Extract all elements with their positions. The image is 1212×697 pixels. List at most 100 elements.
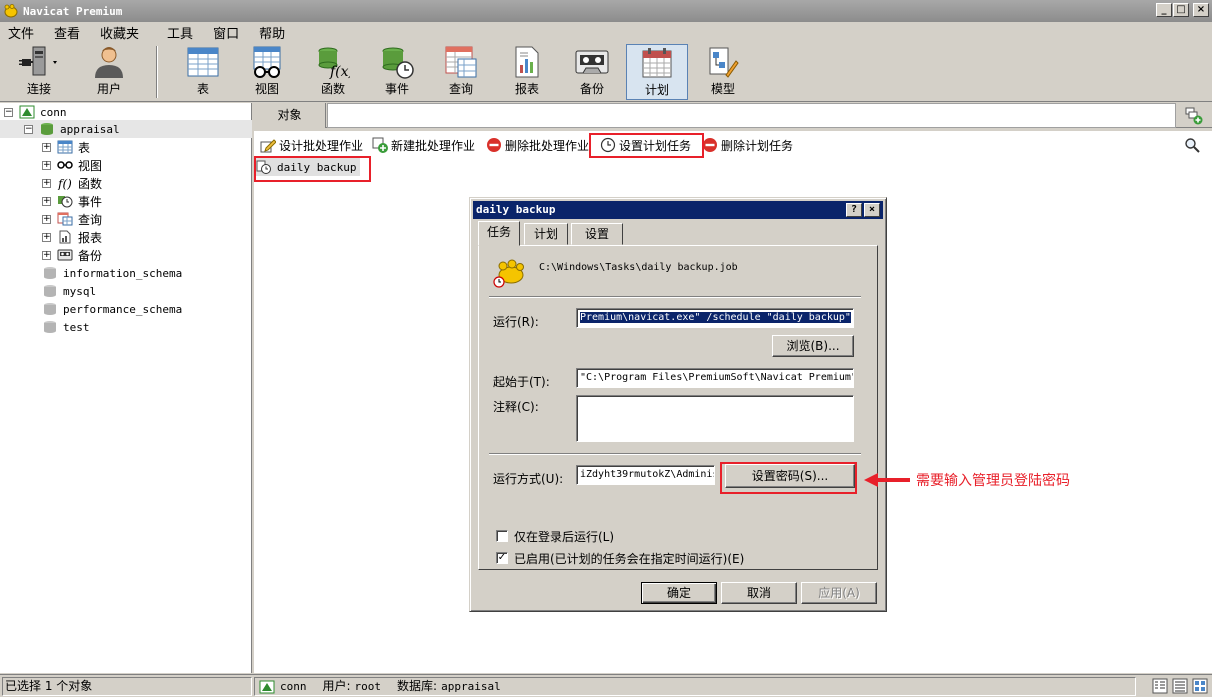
browse-button[interactable]: 浏览(B)... (772, 335, 854, 357)
table-button[interactable]: 表 (172, 44, 234, 100)
table-label: 表 (196, 82, 209, 96)
tree-label: test (63, 320, 90, 334)
report-button[interactable]: 报表 (496, 44, 558, 100)
view-button[interactable]: 视图 (236, 44, 298, 100)
detail-view-icon[interactable] (1172, 678, 1188, 697)
svg-text:f(): f() (57, 177, 72, 190)
apply-button[interactable]: 应用(A) (801, 582, 877, 604)
expand-icon[interactable]: + (42, 214, 51, 224)
separator (489, 453, 861, 455)
expand-icon[interactable]: + (42, 250, 51, 260)
menu-window[interactable]: 窗口 (205, 23, 251, 42)
view-icon (236, 44, 298, 80)
delete-icon (702, 137, 718, 153)
menu-file[interactable]: 文件 (0, 23, 46, 42)
menu-view[interactable]: 查看 (46, 23, 92, 42)
user-button[interactable]: 用户 (78, 44, 140, 100)
tree-item-functions[interactable]: + f() 函数 (42, 174, 102, 192)
search-icon[interactable] (1184, 137, 1200, 156)
query-button[interactable]: 查询 (430, 44, 492, 100)
tab-bar: 对象 (254, 103, 1212, 128)
cancel-button[interactable]: 取消 (721, 582, 797, 604)
run-as-input[interactable]: iZdyht39rmutokZ\Administrator (576, 465, 715, 485)
minimize-button[interactable]: _ (1156, 3, 1172, 17)
event-icon (57, 194, 73, 208)
tree-label: 备份 (78, 248, 103, 263)
tree-item-connection[interactable]: − conn (4, 103, 67, 121)
only-logged-on-checkbox[interactable] (496, 530, 508, 542)
tree-item-backups[interactable]: + 备份 (42, 246, 102, 264)
menu-bar: 文件 查看 收藏夹 工具 窗口 帮助 (0, 22, 1212, 42)
tree-label: 表 (78, 140, 91, 155)
new-batch-job-button[interactable]: 新建批处理作业 (372, 135, 475, 155)
query-label: 查询 (448, 82, 473, 96)
connection-icon (19, 105, 35, 119)
maximize-button[interactable]: □ (1173, 3, 1189, 17)
expand-icon[interactable]: + (42, 142, 51, 152)
view-label: 视图 (254, 82, 279, 96)
tab-settings[interactable]: 设置 (571, 223, 623, 245)
dialog-close-button[interactable]: × (864, 203, 880, 217)
job-path: C:\Windows\Tasks\daily backup.job (539, 262, 738, 273)
function-button[interactable]: f(x) 函数 (302, 44, 364, 100)
tree-item-information-schema[interactable]: information_schema (42, 264, 182, 282)
comment-textarea[interactable] (576, 395, 854, 442)
new-tab-icon[interactable] (1182, 106, 1206, 126)
tab-task[interactable]: 任务 (478, 221, 520, 246)
connection-label: conn (40, 105, 67, 119)
expand-icon[interactable]: + (42, 160, 51, 170)
title-bar: Navicat Premium _ □ × (0, 0, 1212, 22)
tab-schedule[interactable]: 计划 (524, 223, 568, 245)
report-icon (496, 44, 558, 80)
help-button[interactable]: ? (846, 203, 862, 217)
backup-icon (561, 44, 623, 80)
database-icon (42, 284, 58, 298)
design-batch-job-button[interactable]: 设计批处理作业 (260, 135, 363, 155)
add-icon (372, 137, 388, 153)
delete-schedule-task-button[interactable]: 删除计划任务 (702, 135, 793, 155)
tree-item-queries[interactable]: + 查询 (42, 210, 102, 228)
tree-item-reports[interactable]: + 报表 (42, 228, 102, 246)
report-label: 报表 (514, 82, 539, 96)
user-icon (78, 44, 140, 80)
tree-label: 函数 (78, 176, 103, 191)
tree-item-events[interactable]: + 事件 (42, 192, 102, 210)
close-button[interactable]: × (1193, 3, 1209, 17)
status-db-label: 数据库: (397, 679, 438, 693)
status-bar: 已选择 1 个对象 conn 用户: root 数据库: appraisal (0, 674, 1212, 697)
event-icon (366, 44, 428, 80)
plug-icon (8, 44, 70, 80)
menu-favorites[interactable]: 收藏夹 (92, 23, 151, 42)
expand-icon[interactable]: + (42, 196, 51, 206)
task-properties-dialog: daily backup ? × 任务 计划 设置 C:\Windows\Tas… (469, 197, 887, 612)
schedule-button[interactable]: 计划 (626, 44, 688, 100)
tree-item-test[interactable]: test (42, 318, 90, 336)
start-in-input[interactable]: "C:\Program Files\PremiumSoft\Navicat Pr… (576, 368, 854, 388)
menu-help[interactable]: 帮助 (251, 23, 297, 42)
expand-icon[interactable]: + (42, 178, 51, 188)
delete-batch-job-button[interactable]: 删除批处理作业 (486, 135, 589, 155)
status-user-label: 用户: (322, 679, 351, 693)
tab-objects[interactable]: 对象 (254, 103, 326, 128)
enabled-checkbox[interactable]: ✓ (496, 552, 508, 564)
comment-label: 注释(C): (493, 400, 539, 414)
tree-item-views[interactable]: + 视图 (42, 156, 102, 174)
list-view-icon[interactable] (1152, 678, 1168, 697)
status-db: appraisal (441, 680, 501, 693)
run-command-input[interactable]: Premium\navicat.exe" /schedule "daily ba… (576, 308, 854, 328)
tree-label: mysql (63, 284, 97, 298)
model-button[interactable]: 模型 (692, 44, 754, 100)
tree-item-tables[interactable]: + 表 (42, 138, 90, 156)
tree-item-database[interactable]: − appraisal (0, 120, 252, 138)
collapse-icon[interactable]: − (24, 124, 33, 134)
event-button[interactable]: 事件 (366, 44, 428, 100)
collapse-icon[interactable]: − (4, 107, 13, 117)
ok-button[interactable]: 确定 (641, 582, 717, 604)
tree-item-mysql[interactable]: mysql (42, 282, 96, 300)
tree-item-performance-schema[interactable]: performance_schema (42, 300, 182, 318)
backup-button[interactable]: 备份 (561, 44, 623, 100)
icon-view-icon[interactable] (1192, 678, 1208, 697)
connect-button[interactable]: 连接 (8, 44, 70, 100)
expand-icon[interactable]: + (42, 232, 51, 242)
menu-tools[interactable]: 工具 (159, 23, 205, 42)
